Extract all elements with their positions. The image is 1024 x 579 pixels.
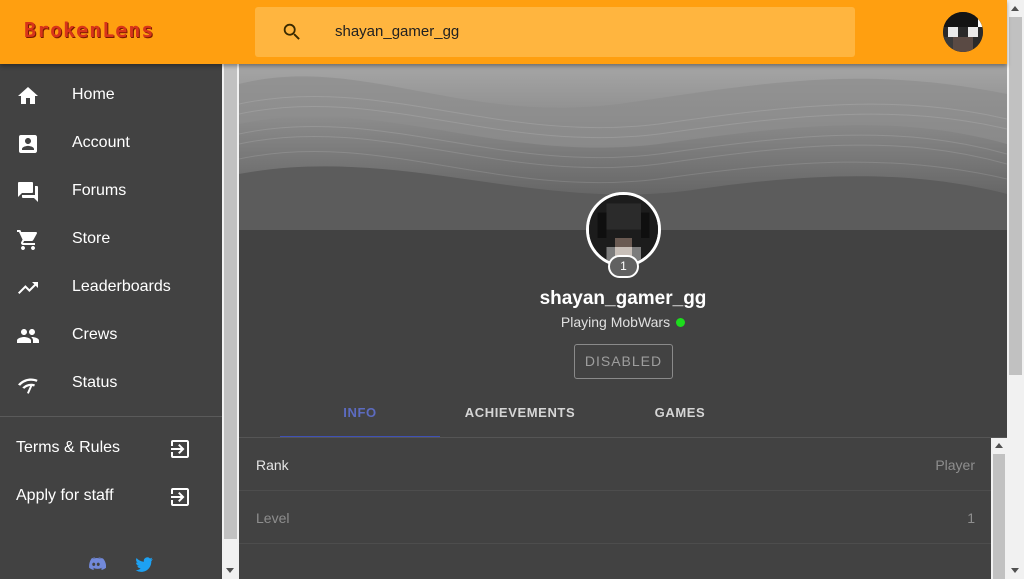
profile-tabs: INFO ACHIEVEMENTS GAMES bbox=[280, 394, 760, 438]
sidebar-item-status[interactable]: Status bbox=[0, 360, 222, 408]
page-scrollbar-thumb[interactable] bbox=[1009, 17, 1022, 375]
info-scrollbar-thumb[interactable] bbox=[993, 454, 1005, 579]
user-avatar[interactable] bbox=[943, 12, 983, 52]
tab-info[interactable]: INFO bbox=[280, 394, 440, 438]
sidebar-divider bbox=[0, 416, 222, 417]
account-box-icon bbox=[16, 132, 40, 156]
exit-to-app-icon bbox=[168, 437, 192, 461]
row-key: Level bbox=[256, 510, 290, 526]
people-icon bbox=[16, 324, 40, 348]
sidebar-link-terms[interactable]: Terms & Rules bbox=[0, 425, 222, 473]
info-scrollbar[interactable] bbox=[991, 438, 1007, 579]
sidebar: Home Account Forums Store Leaderboards C… bbox=[0, 64, 222, 579]
trending-up-icon bbox=[16, 276, 40, 300]
discord-icon[interactable] bbox=[86, 554, 106, 574]
home-icon bbox=[16, 84, 40, 108]
tab-achievements[interactable]: ACHIEVEMENTS bbox=[440, 394, 600, 438]
sidebar-item-label: Forums bbox=[72, 182, 127, 199]
table-row: Level 1 bbox=[239, 491, 991, 544]
level-badge: 1 bbox=[608, 255, 639, 278]
app-logo[interactable]: BrokenLens bbox=[24, 18, 154, 42]
forum-icon bbox=[16, 180, 40, 204]
sidebar-link-label: Terms & Rules bbox=[16, 439, 121, 456]
row-value: 1 bbox=[967, 510, 975, 526]
sidebar-link-label: Apply for staff bbox=[16, 487, 114, 504]
sidebar-item-store[interactable]: Store bbox=[0, 216, 222, 264]
table-row: Rank Player bbox=[239, 438, 991, 491]
twitter-icon[interactable] bbox=[134, 554, 154, 574]
search-icon[interactable] bbox=[281, 21, 303, 43]
scroll-up-arrow-icon[interactable] bbox=[1011, 6, 1019, 11]
row-value: Player bbox=[935, 457, 975, 473]
sidebar-scrollbar-thumb[interactable] bbox=[224, 64, 237, 539]
exit-to-app-icon bbox=[168, 485, 192, 509]
scroll-down-arrow-icon[interactable] bbox=[226, 568, 234, 573]
profile-page: 1 shayan_gamer_gg Playing MobWars DISABL… bbox=[239, 64, 1007, 579]
sidebar-item-forums[interactable]: Forums bbox=[0, 168, 222, 216]
page-scrollbar[interactable] bbox=[1007, 0, 1024, 579]
info-table: Rank Player Level 1 bbox=[239, 438, 991, 579]
sidebar-item-label: Status bbox=[72, 374, 118, 391]
sidebar-item-label: Store bbox=[72, 230, 111, 247]
search-bar[interactable]: shayan_gamer_gg bbox=[255, 7, 855, 57]
scroll-up-arrow-icon[interactable] bbox=[995, 443, 1003, 448]
sidebar-scrollbar[interactable] bbox=[222, 64, 239, 579]
sidebar-item-label: Home bbox=[72, 86, 115, 103]
top-app-bar: BrokenLens shayan_gamer_gg bbox=[0, 0, 1007, 64]
profile-status-text: Playing MobWars bbox=[560, 314, 671, 330]
disabled-button[interactable]: DISABLED bbox=[574, 344, 673, 379]
sidebar-item-leaderboards[interactable]: Leaderboards bbox=[0, 264, 222, 312]
signal-icon bbox=[16, 372, 40, 396]
scroll-down-arrow-icon[interactable] bbox=[1011, 568, 1019, 573]
tab-games[interactable]: GAMES bbox=[600, 394, 760, 438]
search-input[interactable]: shayan_gamer_gg bbox=[335, 23, 459, 40]
profile-status: Playing MobWars bbox=[239, 314, 1007, 330]
online-indicator-icon bbox=[676, 318, 686, 327]
sidebar-item-label: Account bbox=[72, 134, 130, 151]
cart-icon bbox=[16, 228, 40, 252]
sidebar-item-account[interactable]: Account bbox=[0, 120, 222, 168]
row-key: Rank bbox=[256, 457, 289, 473]
sidebar-link-apply-staff[interactable]: Apply for staff bbox=[0, 473, 222, 521]
sidebar-item-home[interactable]: Home bbox=[0, 72, 222, 120]
profile-username: shayan_gamer_gg bbox=[539, 288, 707, 309]
sidebar-item-label: Crews bbox=[72, 326, 118, 343]
sidebar-item-crews[interactable]: Crews bbox=[0, 312, 222, 360]
sidebar-item-label: Leaderboards bbox=[72, 278, 171, 295]
